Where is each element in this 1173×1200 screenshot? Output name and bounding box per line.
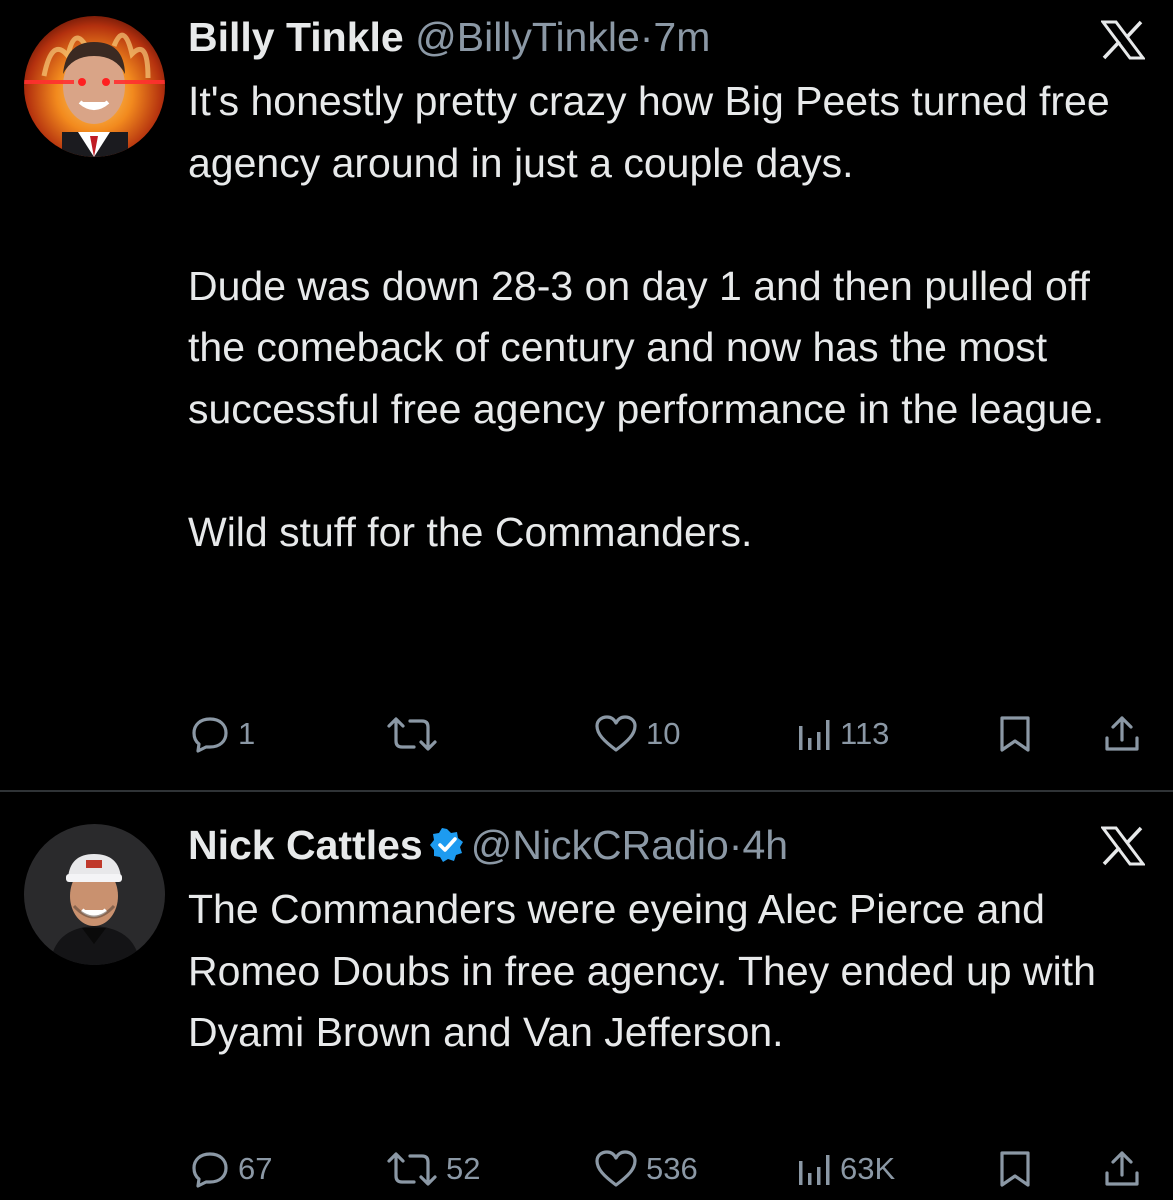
separator-dot: · xyxy=(728,822,743,868)
bookmark-icon xyxy=(1000,716,1030,752)
repost-button[interactable] xyxy=(386,710,446,758)
like-button[interactable]: 536 xyxy=(594,1145,698,1193)
view-count: 113 xyxy=(840,716,890,751)
heart-icon xyxy=(595,715,637,752)
repost-icon xyxy=(387,717,437,751)
views-button[interactable]: 63K xyxy=(796,1145,895,1193)
bookmark-button[interactable] xyxy=(998,710,1032,758)
verified-badge-icon[interactable] xyxy=(429,827,465,863)
action-bar: 1 10 113 xyxy=(188,710,1148,758)
tweet-paragraph: The Commanders were eyeing Alec Pierce a… xyxy=(188,886,1096,1055)
tweet-header: Billy Tinkle @BillyTinkle·7m xyxy=(188,14,710,60)
share-icon xyxy=(1105,1151,1139,1186)
x-logo-icon[interactable] xyxy=(1101,20,1145,60)
repost-count: 52 xyxy=(446,1151,481,1186)
tweet-paragraph: Wild stuff for the Commanders. xyxy=(188,508,753,555)
reply-icon xyxy=(192,717,228,753)
display-name[interactable]: Billy Tinkle xyxy=(188,14,404,60)
action-bar: 67 52 536 63K xyxy=(188,1145,1148,1193)
timestamp[interactable]: 4h xyxy=(742,822,788,868)
avatar[interactable] xyxy=(24,16,165,157)
reply-button[interactable]: 67 xyxy=(190,1145,272,1193)
like-count: 10 xyxy=(646,716,681,751)
share-icon xyxy=(1105,716,1139,751)
tweet-header: Nick Cattles @NickCRadio·4h xyxy=(188,822,788,868)
reply-button[interactable]: 1 xyxy=(190,710,255,758)
timestamp[interactable]: 7m xyxy=(653,14,710,60)
tweet-text: The Commanders were eyeing Alec Pierce a… xyxy=(188,879,1148,1064)
views-icon xyxy=(799,720,830,750)
repost-icon xyxy=(387,1152,437,1186)
reply-count: 67 xyxy=(238,1151,273,1186)
avatar-image xyxy=(24,16,165,157)
reply-count: 1 xyxy=(238,716,256,751)
bookmark-icon xyxy=(1000,1151,1030,1187)
avatar-image xyxy=(24,824,165,965)
views-button[interactable]: 113 xyxy=(796,710,889,758)
tweet-card[interactable]: Billy Tinkle @BillyTinkle·7m It's honest… xyxy=(0,0,1173,790)
user-handle[interactable]: @NickCRadio xyxy=(471,822,729,868)
tweet-paragraph: It's honestly pretty crazy how Big Peets… xyxy=(188,78,1110,186)
display-name[interactable]: Nick Cattles xyxy=(188,822,423,868)
user-handle[interactable]: @BillyTinkle xyxy=(415,14,640,60)
like-count: 536 xyxy=(646,1151,698,1186)
bookmark-button[interactable] xyxy=(998,1145,1032,1193)
tweet-text: It's honestly pretty crazy how Big Peets… xyxy=(188,71,1148,563)
repost-button[interactable]: 52 xyxy=(386,1145,480,1193)
share-button[interactable] xyxy=(1102,710,1142,758)
view-count: 63K xyxy=(840,1151,896,1186)
x-logo-icon[interactable] xyxy=(1101,826,1145,866)
tweet-paragraph: Dude was down 28-3 on day 1 and then pul… xyxy=(188,262,1105,432)
reply-icon xyxy=(192,1152,228,1188)
tweet-card[interactable]: Nick Cattles @NickCRadio·4h The Commande… xyxy=(0,792,1173,1200)
avatar[interactable] xyxy=(24,824,165,965)
separator-dot: · xyxy=(639,14,654,60)
like-button[interactable]: 10 xyxy=(594,710,680,758)
share-button[interactable] xyxy=(1102,1145,1142,1193)
heart-icon xyxy=(595,1150,637,1187)
views-icon xyxy=(799,1155,830,1185)
